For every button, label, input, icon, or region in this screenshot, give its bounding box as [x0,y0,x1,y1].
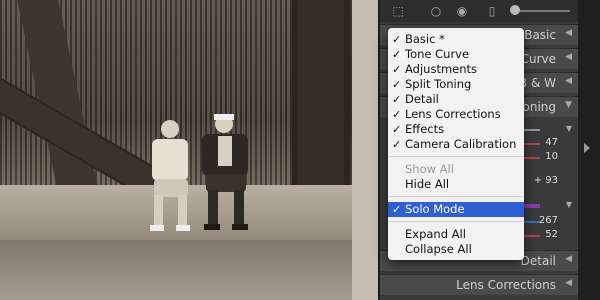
menu-item-hide-all[interactable]: Hide All [388,177,524,192]
brush-icon[interactable]: ▯ [484,3,500,19]
menu-item-adjustments[interactable]: ✓ Adjustments [388,62,524,77]
menu-item-basic[interactable]: ✓ Basic * [388,32,524,47]
checkmark-icon: ✓ [392,138,402,151]
checkmark-icon: ✓ [392,33,402,46]
expand-triangle-icon[interactable]: ▼ [565,100,572,110]
menu-item-lens-corrections[interactable]: ✓ Lens Corrections [388,107,524,122]
checkmark-icon: ✓ [392,93,402,106]
menu-separator [388,221,524,222]
menu-item-label: Basic * [405,32,445,46]
panel-context-menu: ✓ Basic * ✓ Tone Curve ✓ Adjustments ✓ S… [388,28,524,260]
checkmark-icon: ✓ [392,63,402,76]
slider-value[interactable]: + 93 [534,175,558,186]
amount-slider-track[interactable] [512,10,570,12]
slider-value[interactable]: 47 [545,137,558,148]
menu-item-show-all: Show All [388,162,524,177]
grid-select-icon[interactable]: ⬚ [390,3,406,19]
menu-separator [388,196,524,197]
photo-edge [352,0,378,300]
disclosure-triangle-icon[interactable]: ▼ [566,124,572,133]
menu-item-label: Tone Curve [405,47,470,61]
collapse-triangle-icon[interactable]: ◀ [565,76,572,86]
menu-item-label: Solo Mode [405,202,465,216]
menu-item-label: Collapse All [405,242,472,256]
menu-separator [388,156,524,157]
menu-item-label: Detail [405,92,439,106]
menu-item-collapse-all[interactable]: Collapse All [388,242,524,257]
menu-item-label: Adjustments [405,62,478,76]
circle-tool-icon[interactable]: ○ [428,3,444,19]
menu-item-label: Show All [405,162,454,176]
menu-item-camera-calibration[interactable]: ✓ Camera Calibration [388,137,524,152]
menu-item-label: Camera Calibration [405,137,517,151]
collapse-panel-arrow-icon[interactable] [584,143,590,153]
radial-filter-icon[interactable]: ◉ [454,3,470,19]
menu-item-label: Effects [405,122,445,136]
checkmark-icon: ✓ [392,203,402,216]
menu-item-effects[interactable]: ✓ Effects [388,122,524,137]
checkmark-icon: ✓ [392,48,402,61]
section-lens-corrections[interactable]: Lens Corrections ◀ [380,274,580,295]
seated-man-right [202,114,248,230]
slider-value[interactable]: 52 [545,229,558,240]
menu-item-expand-all[interactable]: Expand All [388,227,524,242]
panel-collapse-strip[interactable] [578,0,600,300]
menu-item-label: Expand All [405,227,466,241]
menu-item-label: Split Toning [405,77,472,91]
menu-item-solo-mode[interactable]: ✓ Solo Mode [388,202,524,217]
collapse-triangle-icon[interactable]: ◀ [565,28,572,38]
bridge-pillar [292,0,350,185]
checkmark-icon: ✓ [392,123,402,136]
menu-item-label: Hide All [405,177,450,191]
menu-item-label: Lens Corrections [405,107,501,121]
photo-preview [0,0,378,300]
checkmark-icon: ✓ [392,78,402,91]
section-label: Lens Corrections [456,278,556,292]
slider-value[interactable]: 267 [539,215,558,226]
menu-item-detail[interactable]: ✓ Detail [388,92,524,107]
seated-man-left [150,120,190,231]
checkmark-icon: ✓ [392,108,402,121]
tool-strip: ⬚ ○ ◉ ▯ [380,0,580,22]
ground [0,240,378,300]
menu-item-split-toning[interactable]: ✓ Split Toning [388,77,524,92]
section-label: B & W [518,76,556,90]
amount-slider-knob[interactable] [510,5,520,15]
disclosure-triangle-icon[interactable]: ▼ [566,200,572,209]
collapse-triangle-icon[interactable]: ◀ [565,278,572,288]
section-label: Basic [524,28,556,42]
collapse-triangle-icon[interactable]: ◀ [565,254,572,264]
menu-item-tone-curve[interactable]: ✓ Tone Curve [388,47,524,62]
slider-value[interactable]: 10 [545,151,558,162]
collapse-triangle-icon[interactable]: ◀ [565,52,572,62]
section-label: Detail [520,254,556,268]
